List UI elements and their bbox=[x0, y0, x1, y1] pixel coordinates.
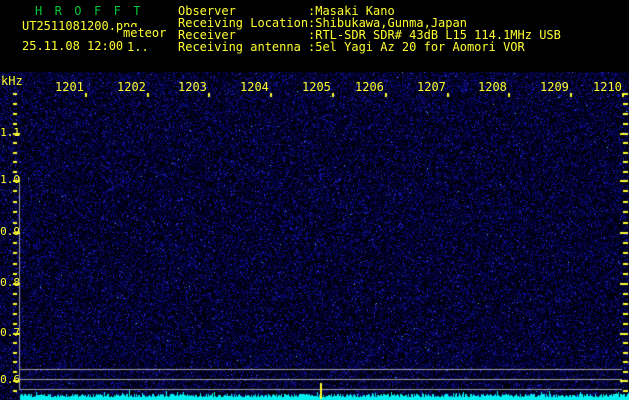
x-tick-label: 1206 bbox=[355, 80, 384, 94]
y-tick-label: 1.1 bbox=[0, 126, 20, 139]
x-tick-label: 1201 bbox=[55, 80, 84, 94]
y-tick-label: 0.7 bbox=[0, 326, 20, 339]
x-tick-label: 1207 bbox=[417, 80, 446, 94]
x-tick-label: 1209 bbox=[540, 80, 569, 94]
hrofft-output: H R O F F T UT2511081200.png meteor 25.1… bbox=[0, 0, 629, 400]
x-tick-label: 1208 bbox=[478, 80, 507, 94]
antenna-row: Receiving antenna :5el Yagi Az 20 for Ao… bbox=[0, 41, 629, 53]
y-axis-unit-label: kHz bbox=[1, 74, 23, 88]
y-tick-label: 0.6 bbox=[0, 373, 20, 386]
x-tick-label: 1210 bbox=[593, 80, 622, 94]
x-tick-label: 1204 bbox=[240, 80, 269, 94]
x-tick-label: 1202 bbox=[117, 80, 146, 94]
spectrogram-canvas bbox=[0, 0, 629, 400]
field-value-cell: :5el Yagi Az 20 for Aomori VOR bbox=[308, 41, 525, 53]
x-tick-label: 1203 bbox=[178, 80, 207, 94]
x-tick-label: 1205 bbox=[302, 80, 331, 94]
y-tick-label: 0.9 bbox=[0, 225, 20, 238]
field-label: Receiving antenna bbox=[178, 40, 301, 54]
y-tick-label: 1.0 bbox=[0, 173, 20, 186]
field-value: 5el Yagi Az 20 for Aomori VOR bbox=[315, 40, 525, 54]
y-tick-label: 0.8 bbox=[0, 276, 20, 289]
